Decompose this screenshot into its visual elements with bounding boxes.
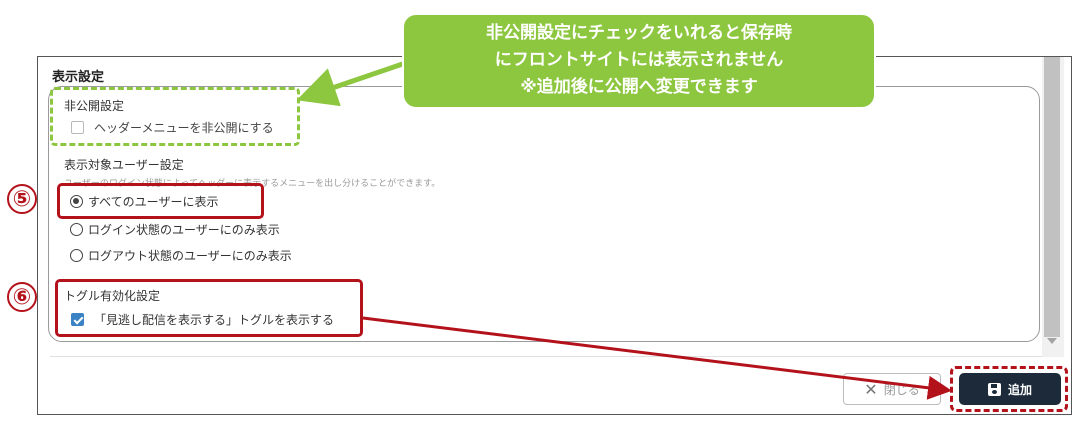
red-arrow-line [362,316,952,400]
callout-line-2: にフロントサイトには表示されません [494,50,784,70]
callout-line-3: ※追加後に公開へ変更できます [520,77,758,97]
annotation-callout: 非公開設定にチェックをいれると保存時 にフロントサイトには表示されません ※追加… [402,13,876,109]
screenshot-page: 表示設定 非公開設定 ヘッダーメニューを非公開にする 表示対象ユーザー設定 ユー… [0,0,1080,424]
callout-line-1: 非公開設定にチェックをいれると保存時 [486,23,792,43]
